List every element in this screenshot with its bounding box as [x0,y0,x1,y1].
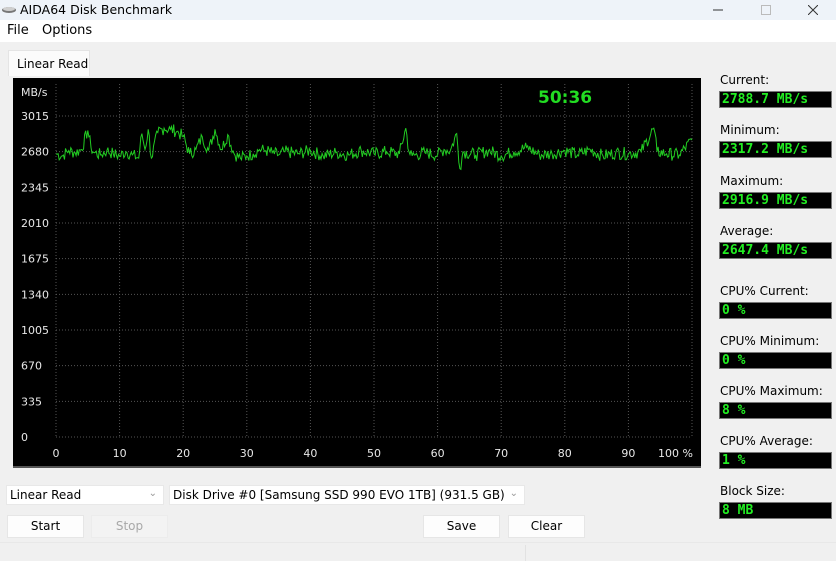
maximum-label: Maximum: [720,174,784,188]
cpu-current-label: CPU% Current: [720,284,809,298]
maximize-icon [761,5,771,15]
start-button[interactable]: Start [7,515,84,538]
test-type-value: Linear Read [10,488,82,502]
x-tick-label: 30 [240,447,254,460]
test-type-select[interactable]: Linear Read ⌄ [6,485,164,505]
cpu-current-value: 0 % [719,302,832,319]
title-bar: AIDA64 Disk Benchmark [0,0,836,20]
y-tick-label: 335 [21,395,42,408]
x-tick-label: 40 [303,447,317,460]
y-tick-label: 2345 [21,181,49,194]
elapsed-timer: 50:36 [538,88,593,108]
minimize-icon [713,9,723,11]
y-tick-label: 2010 [21,217,49,230]
block-size-value: 8 MB [719,502,832,519]
y-unit-label: MB/s [21,86,48,99]
cpu-average-label: CPU% Average: [720,434,813,448]
x-tick-label: 60 [431,447,445,460]
cpu-minimum-value: 0 % [719,352,832,369]
y-tick-label: 1005 [21,324,49,337]
current-value: 2788.7 MB/s [719,91,832,108]
x-tick-label: 100 % [658,447,693,460]
y-tick-label: 1675 [21,253,49,266]
drive-value: Disk Drive #0 [Samsung SSD 990 EVO 1TB] … [173,488,505,502]
tab-linear-read[interactable]: Linear Read [8,50,90,76]
close-icon [808,5,818,15]
x-tick-label: 70 [494,447,508,460]
x-tick-label: 0 [53,447,60,460]
cpu-maximum-value: 8 % [719,402,832,419]
status-bar [0,542,836,561]
x-tick-label: 80 [558,447,572,460]
cpu-minimum-label: CPU% Minimum: [720,334,820,348]
x-tick-label: 50 [367,447,381,460]
maximum-value: 2916.9 MB/s [719,192,832,209]
cpu-maximum-label: CPU% Maximum: [720,384,823,398]
save-button[interactable]: Save [423,515,500,538]
chevron-down-icon: ⌄ [148,488,157,499]
clear-button[interactable]: Clear [508,515,585,538]
y-tick-label: 0 [21,431,28,444]
minimize-button[interactable] [695,0,741,20]
block-size-label: Block Size: [720,484,785,498]
drive-select[interactable]: Disk Drive #0 [Samsung SSD 990 EVO 1TB] … [169,485,525,505]
x-tick-label: 20 [176,447,190,460]
y-tick-label: 670 [21,360,42,373]
y-tick-label: 3015 [21,110,49,123]
minimum-label: Minimum: [720,123,780,137]
minimum-value: 2317.2 MB/s [719,141,832,158]
status-separator [525,545,526,561]
current-label: Current: [720,73,770,87]
benchmark-chart: 0 335 670 1005 1340 1675 2010 2345 2680 3015 MB/s 0… [13,78,701,468]
chart-svg: 03356701005134016752010234526803015MB/s0… [21,84,693,460]
stop-button[interactable]: Stop [91,515,168,538]
window-title: AIDA64 Disk Benchmark [20,2,173,17]
x-tick-label: 10 [113,447,127,460]
average-label: Average: [720,224,774,238]
x-tick-label: 90 [621,447,635,460]
menu-options[interactable]: Options [42,23,92,38]
menu-bar: File Options [0,20,836,42]
y-tick-label: 2680 [21,146,49,159]
close-button[interactable] [790,0,836,20]
menu-file[interactable]: File [7,23,29,38]
maximize-button[interactable] [743,0,789,20]
cpu-average-value: 1 % [719,452,832,469]
disk-drive-icon [2,7,16,13]
chevron-down-icon: ⌄ [509,488,518,499]
y-tick-label: 1340 [21,288,49,301]
average-value: 2647.4 MB/s [719,242,832,259]
